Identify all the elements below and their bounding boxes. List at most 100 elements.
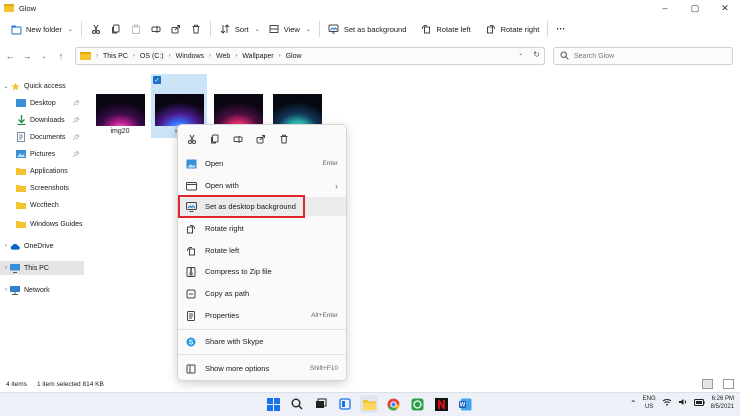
file-explorer-icon[interactable]	[360, 395, 378, 413]
large-icons-view-icon[interactable]	[723, 379, 734, 389]
delete-button[interactable]	[186, 19, 206, 39]
search-input[interactable]	[574, 52, 724, 60]
see-more-button[interactable]: ···	[552, 19, 569, 39]
sidebar-item-this-pc[interactable]: › This PC	[0, 261, 84, 275]
view-label: View	[283, 24, 300, 34]
cut-icon[interactable]	[185, 132, 199, 146]
zip-icon	[185, 266, 197, 278]
up-arrow-icon[interactable]: ↑	[54, 49, 68, 63]
taskbar: W ⌃ ENG US 6:26 PM 8/5/2021	[0, 392, 740, 416]
xbox-icon[interactable]	[408, 395, 426, 413]
set-as-background-button[interactable]: Set as background	[324, 19, 411, 39]
word-icon[interactable]: W	[456, 395, 474, 413]
sidebar-item-windows-guides[interactable]: Windows Guides	[0, 217, 84, 231]
search-box[interactable]	[553, 47, 733, 65]
breadcrumb-wallpaper[interactable]: Wallpaper	[242, 53, 273, 60]
breadcrumb-windows[interactable]: Windows	[176, 53, 204, 60]
close-button[interactable]: ✕	[710, 0, 740, 16]
rename-button[interactable]	[146, 19, 166, 39]
language-indicator[interactable]: ENG US	[643, 395, 656, 411]
pin-icon[interactable]: 📌︎	[72, 117, 80, 124]
address-bar[interactable]: › This PC › OS (C:) › Windows › Web › Wa…	[75, 47, 545, 65]
maximize-button[interactable]: ▢	[680, 0, 710, 16]
menu-item-rotate-left[interactable]: Rotate left	[180, 241, 346, 260]
windows-start-icon[interactable]	[264, 395, 282, 413]
wifi-icon[interactable]	[662, 398, 672, 408]
sidebar-item-network[interactable]: › Network	[0, 283, 84, 297]
menu-item-compress-to-zip[interactable]: Compress to Zip file	[180, 262, 346, 281]
rotate-left-button[interactable]: Rotate left	[416, 19, 474, 39]
minimize-button[interactable]: –	[650, 0, 680, 16]
menu-item-show-more-options[interactable]: Show more options Shift+F10	[180, 359, 346, 378]
new-folder-button[interactable]: New folder ⌄	[6, 19, 77, 39]
file-item[interactable]: img20	[92, 74, 148, 138]
share-icon[interactable]	[254, 132, 268, 146]
trash-icon[interactable]	[277, 132, 291, 146]
sidebar-item-wccftech[interactable]: Wccftech	[0, 198, 84, 212]
rename-icon[interactable]	[231, 132, 245, 146]
sidebar-item-label: Network	[24, 286, 50, 294]
breadcrumb-glow[interactable]: Glow	[286, 53, 302, 60]
chevron-down-icon[interactable]: ⌄	[37, 49, 51, 63]
rotate-left-icon	[185, 245, 197, 257]
battery-icon[interactable]	[693, 398, 705, 408]
folder-icon	[16, 201, 26, 210]
menu-item-rotate-right[interactable]: Rotate right	[180, 219, 346, 238]
chevron-up-icon[interactable]: ⌃	[630, 399, 637, 408]
menu-item-set-as-desktop-background[interactable]: Set as desktop background	[180, 197, 346, 216]
menu-item-open-with[interactable]: Open with ›	[180, 176, 346, 195]
sidebar-item-applications[interactable]: Applications	[0, 164, 84, 178]
copy-icon	[110, 23, 122, 35]
sidebar-item-desktop[interactable]: Desktop 📌︎	[0, 96, 84, 110]
chevron-down-icon[interactable]: ⌄	[2, 83, 10, 90]
sidebar-item-screenshots[interactable]: Screenshots	[0, 181, 84, 195]
sidebar-item-onedrive[interactable]: › OneDrive	[0, 239, 84, 253]
sidebar-item-label: This PC	[24, 264, 49, 272]
sidebar-item-quick-access[interactable]: ⌄ Quick access	[0, 79, 84, 93]
sort-label: Sort	[234, 24, 249, 34]
cloud-icon	[10, 242, 20, 251]
chevron-right-icon[interactable]: ›	[2, 265, 10, 271]
menu-item-properties[interactable]: Properties Alt+Enter	[180, 306, 346, 325]
sidebar-item-pictures[interactable]: Pictures 📌︎	[0, 147, 84, 161]
task-view-icon[interactable]	[312, 395, 330, 413]
sidebar-item-documents[interactable]: Documents 📌︎	[0, 130, 84, 144]
search-icon[interactable]	[288, 395, 306, 413]
rotate-right-icon	[485, 23, 497, 35]
breadcrumb-this-pc[interactable]: This PC	[103, 53, 128, 60]
refresh-icon[interactable]: ↻	[533, 50, 540, 59]
cut-button[interactable]	[86, 19, 106, 39]
checkmark-icon[interactable]: ✓	[153, 76, 161, 84]
sidebar-item-downloads[interactable]: Downloads 📌︎	[0, 113, 84, 127]
chevron-right-icon[interactable]: ›	[2, 243, 10, 249]
chrome-icon[interactable]	[384, 395, 402, 413]
chevron-right-icon[interactable]: ›	[2, 287, 10, 293]
pin-icon[interactable]: 📌︎	[72, 100, 80, 107]
breadcrumb-os-c[interactable]: OS (C:)	[140, 53, 164, 60]
view-icon	[268, 23, 280, 35]
menu-item-label: Show more options	[205, 364, 270, 373]
pin-icon[interactable]: 📌︎	[72, 134, 80, 141]
pin-icon[interactable]: 📌︎	[72, 151, 80, 158]
document-icon	[16, 132, 26, 142]
view-button[interactable]: View ⌄	[264, 19, 315, 39]
netflix-icon[interactable]	[432, 395, 450, 413]
menu-item-copy-as-path[interactable]: Copy as path	[180, 284, 346, 303]
widgets-icon[interactable]	[336, 395, 354, 413]
details-view-icon[interactable]	[702, 379, 713, 389]
clock[interactable]: 6:26 PM 8/5/2021	[711, 395, 734, 411]
menu-item-share-with-skype[interactable]: S Share with Skype	[180, 332, 346, 351]
back-arrow-icon[interactable]: ←	[3, 49, 17, 63]
copy-button[interactable]	[106, 19, 126, 39]
breadcrumb-web[interactable]: Web	[216, 53, 230, 60]
chevron-right-icon: ›	[335, 180, 338, 191]
copy-icon[interactable]	[208, 132, 222, 146]
forward-arrow-icon[interactable]: →	[20, 49, 34, 63]
chevron-down-icon[interactable]: ⌄	[518, 50, 523, 59]
share-button[interactable]	[166, 19, 186, 39]
paste-button[interactable]	[126, 19, 146, 39]
menu-item-open[interactable]: Open Enter	[180, 154, 346, 173]
speaker-icon[interactable]	[678, 398, 688, 408]
rotate-right-button[interactable]: Rotate right	[481, 19, 544, 39]
sort-button[interactable]: Sort ⌄	[215, 19, 264, 39]
